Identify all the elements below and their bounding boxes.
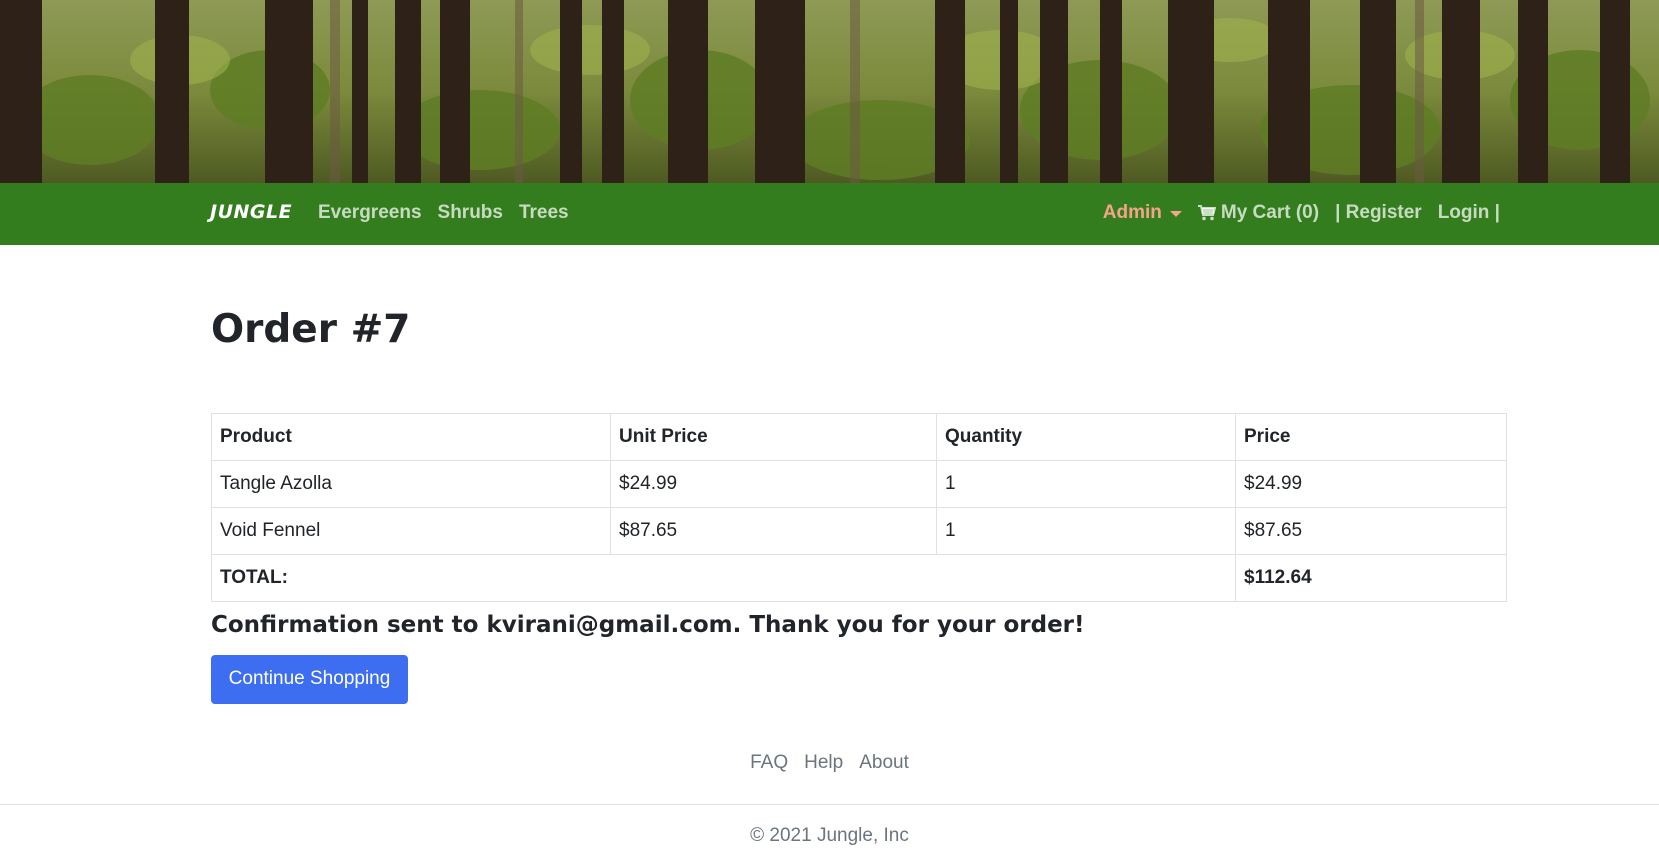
cell-product: Tangle Azolla: [211, 460, 611, 508]
order-page-main: Order #7 Product Unit Price Quantity Pri…: [211, 300, 1507, 704]
cell-unit-price: $24.99: [610, 460, 937, 508]
cell-product: Void Fennel: [211, 507, 611, 555]
total-label: TOTAL:: [211, 554, 1236, 602]
cell-unit-price: $87.65: [610, 507, 937, 555]
nav-link-evergreens[interactable]: Evergreens: [318, 202, 422, 224]
admin-dropdown-label: Admin: [1102, 202, 1162, 223]
page-title: Order #7: [211, 307, 411, 352]
my-cart-label: My Cart (0): [1220, 202, 1320, 223]
total-row: TOTAL: $112.64: [211, 554, 1507, 602]
copyright-text: © 2021 Jungle, Inc: [750, 825, 909, 846]
header-quantity: Quantity: [936, 413, 1236, 461]
cell-price: $87.65: [1235, 507, 1507, 555]
caret-down-icon: [1169, 211, 1182, 217]
nav-link-trees[interactable]: Trees: [519, 202, 569, 224]
admin-dropdown[interactable]: Admin: [1103, 202, 1182, 224]
nav-category-links: Evergreens Shrubs Trees: [318, 202, 569, 224]
continue-shopping-button[interactable]: Continue Shopping: [211, 655, 408, 704]
cell-quantity: 1: [936, 507, 1236, 555]
header-price: Price: [1235, 413, 1507, 461]
footer-link-help[interactable]: Help: [804, 752, 843, 774]
register-link[interactable]: | Register: [1335, 202, 1422, 224]
table-header-row: Product Unit Price Quantity Price: [211, 413, 1507, 461]
footer-link-faq[interactable]: FAQ: [750, 752, 788, 774]
total-value: $112.64: [1235, 554, 1507, 602]
nav-user-links: Admin My Cart (0) | Register Login |: [1103, 202, 1500, 224]
hero-banner: [0, 0, 1659, 183]
footer-links: FAQ Help About: [0, 752, 1659, 774]
order-items-table: Product Unit Price Quantity Price Tangle…: [211, 413, 1507, 602]
table-row: Void Fennel $87.65 1 $87.65: [211, 507, 1507, 555]
header-product: Product: [211, 413, 611, 461]
brand-logo[interactable]: JUNGLE: [210, 201, 292, 223]
forest-image: [0, 0, 1659, 183]
footer-divider: [0, 804, 1659, 805]
cell-quantity: 1: [936, 460, 1236, 508]
header-unit-price: Unit Price: [610, 413, 937, 461]
navbar: JUNGLE Evergreens Shrubs Trees Admin My …: [0, 183, 1659, 245]
shopping-cart-icon: [1197, 205, 1216, 221]
my-cart-link[interactable]: My Cart (0): [1197, 202, 1320, 224]
table-row: Tangle Azolla $24.99 1 $24.99: [211, 460, 1507, 508]
nav-link-shrubs[interactable]: Shrubs: [438, 202, 503, 224]
confirmation-message: Confirmation sent to kvirani@gmail.com. …: [211, 612, 1085, 638]
footer-link-about[interactable]: About: [859, 752, 909, 774]
cell-price: $24.99: [1235, 460, 1507, 508]
login-link[interactable]: Login |: [1438, 202, 1500, 224]
